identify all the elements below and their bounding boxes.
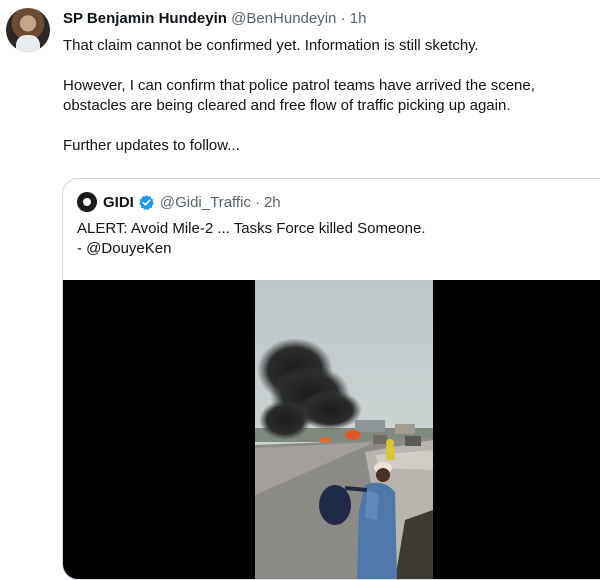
quoted-text-line: ALERT: Avoid Mile-2 ... Tasks Force kill… (77, 220, 426, 237)
author-display-name[interactable]: SP Benjamin Hundeyin (63, 10, 227, 27)
author-handle[interactable]: @BenHundeyin (231, 10, 336, 27)
author-avatar[interactable] (6, 8, 50, 52)
quoted-tweet-text: ALERT: Avoid Mile-2 ... Tasks Force kill… (77, 219, 597, 259)
quoted-tweet-header: GIDI @Gidi_Traffic · 2h (77, 192, 281, 212)
separator-dot: · (340, 10, 346, 27)
quoted-text-line: - @DouyeKen (77, 240, 172, 257)
tweet-paragraph: However, I can confirm that police patro… (63, 77, 535, 114)
quoted-timestamp: 2h (263, 193, 281, 211)
tweet-header: SP Benjamin Hundeyin @BenHundeyin · 1h (63, 10, 366, 27)
tweet-timestamp[interactable]: 1h (350, 10, 367, 27)
tweet-paragraph: That claim cannot be confirmed yet. Info… (63, 37, 479, 54)
video-thumbnail-image (255, 280, 433, 579)
video-player[interactable] (63, 280, 600, 579)
verified-badge-icon (138, 194, 155, 211)
quoted-handle: @Gidi_Traffic (159, 193, 251, 211)
tweet-text: That claim cannot be confirmed yet. Info… (63, 36, 598, 156)
separator-dot: · (254, 193, 260, 211)
quoted-avatar (77, 192, 97, 212)
quoted-display-name: GIDI (103, 193, 134, 211)
quoted-tweet-card[interactable]: GIDI @Gidi_Traffic · 2h ALERT: Avoid Mil… (62, 178, 600, 580)
tweet-paragraph: Further updates to follow... (63, 137, 240, 154)
video-frame[interactable] (255, 280, 433, 579)
